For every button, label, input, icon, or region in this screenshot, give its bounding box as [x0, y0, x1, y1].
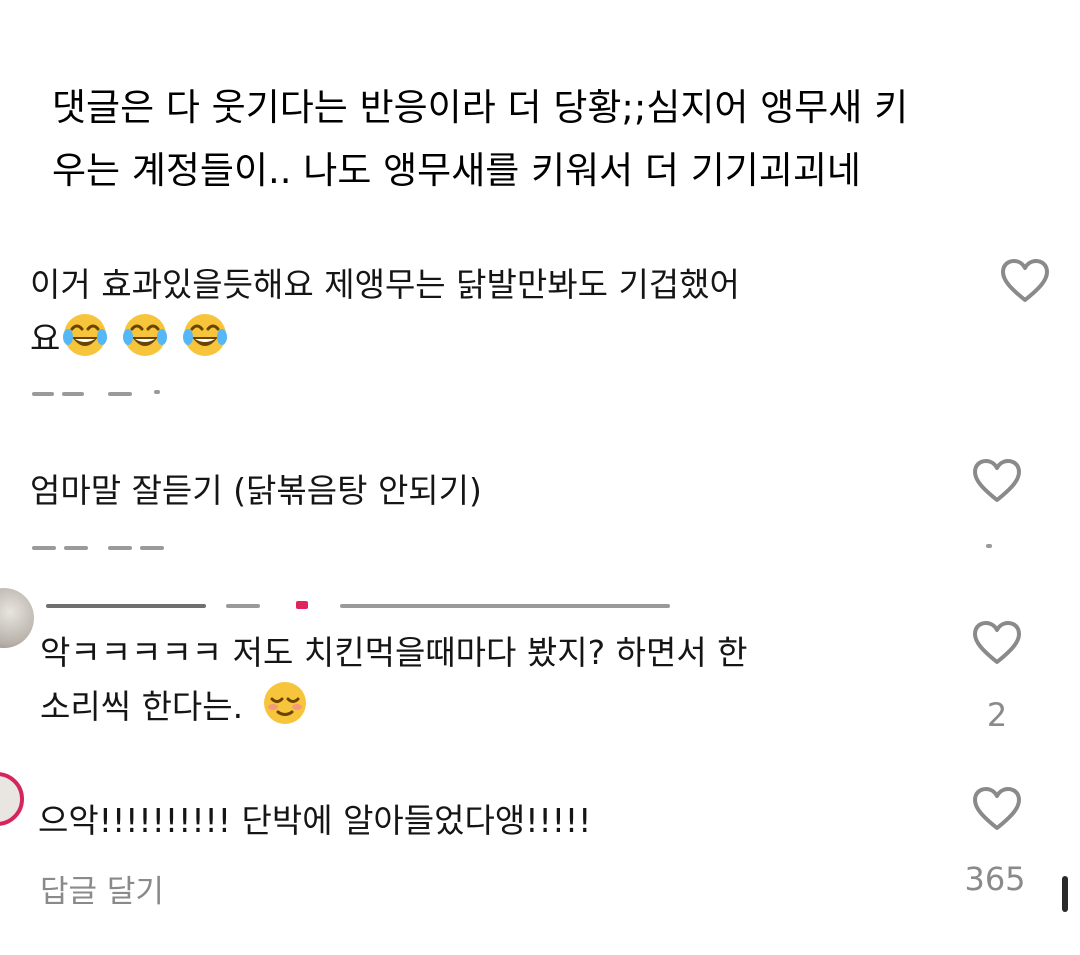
- caption-line-2: 우는 계정들이.. 나도 앵무새를 키워서 더 기기괴괴네: [52, 149, 861, 192]
- tears-of-joy-emoji-icon: [182, 312, 228, 358]
- avatar[interactable]: [0, 588, 34, 648]
- cut-username-fragment: [46, 604, 206, 608]
- cut-reply-fragment: [62, 392, 84, 396]
- comment-4-text: 으악!!!!!!!!!! 단박에 알아들었다앵!!!!!: [38, 794, 591, 848]
- cut-reply-fragment: [154, 390, 160, 394]
- relieved-face-emoji-icon: [262, 680, 308, 726]
- tears-of-joy-emoji-icon: [122, 312, 168, 358]
- caption-line-1: 댓글은 다 웃기다는 반응이라 더 당황;;심지어 앵무새 키: [52, 86, 909, 129]
- cut-caption-fragment: [340, 604, 670, 608]
- caption-text: 댓글은 다 웃기다는 반응이라 더 당황;;심지어 앵무새 키 우는 계정들이.…: [52, 76, 1032, 202]
- like-heart-icon[interactable]: [1000, 258, 1050, 304]
- comment-1-line-1: 이거 효과있을듯해요 제앵무는 닭발만봐도 기겁했어: [30, 265, 740, 304]
- comment-4-line-1: 으악!!!!!!!!!! 단박에 알아들었다앵!!!!!: [38, 801, 592, 840]
- like-heart-icon[interactable]: [972, 458, 1022, 504]
- cut-reply-fragment: [108, 392, 132, 396]
- cut-count-fragment: [986, 544, 992, 548]
- comment-2-text: 엄마말 잘듣기 (닭볶음탕 안되기): [30, 464, 482, 518]
- cut-reply-fragment: [32, 392, 54, 396]
- cut-reply-fragment: [140, 546, 164, 550]
- like-count: 365: [964, 860, 1026, 898]
- cut-reply-fragment: [64, 546, 88, 550]
- scrollbar[interactable]: [1062, 876, 1068, 912]
- comment-3-text: 악ㅋㅋㅋㅋㅋ 저도 치킨먹을때마다 봤지? 하면서 한 소리씩 한다는.: [40, 626, 748, 734]
- comment-1-text: 이거 효과있을듯해요 제앵무는 닭발만봐도 기겁했어 요: [30, 258, 740, 366]
- cut-reply-fragment: [108, 546, 132, 550]
- comment-3-line-1: 악ㅋㅋㅋㅋㅋ 저도 치킨먹을때마다 봤지? 하면서 한: [40, 633, 748, 672]
- reply-button[interactable]: 답글 달기: [40, 866, 164, 911]
- like-count: 2: [986, 696, 1008, 734]
- cut-heart-fragment: [296, 601, 308, 609]
- like-heart-icon[interactable]: [972, 620, 1022, 666]
- comment-3-line-2: 소리씩 한다는.: [40, 687, 244, 726]
- cut-username-fragment: [226, 604, 260, 608]
- comment-2-line-1: 엄마말 잘듣기 (닭볶음탕 안되기): [30, 471, 482, 510]
- like-heart-icon[interactable]: [972, 786, 1022, 832]
- comment-1-line-2: 요: [30, 319, 61, 358]
- avatar[interactable]: [0, 772, 24, 826]
- tears-of-joy-emoji-icon: [62, 312, 108, 358]
- cut-reply-fragment: [32, 546, 56, 550]
